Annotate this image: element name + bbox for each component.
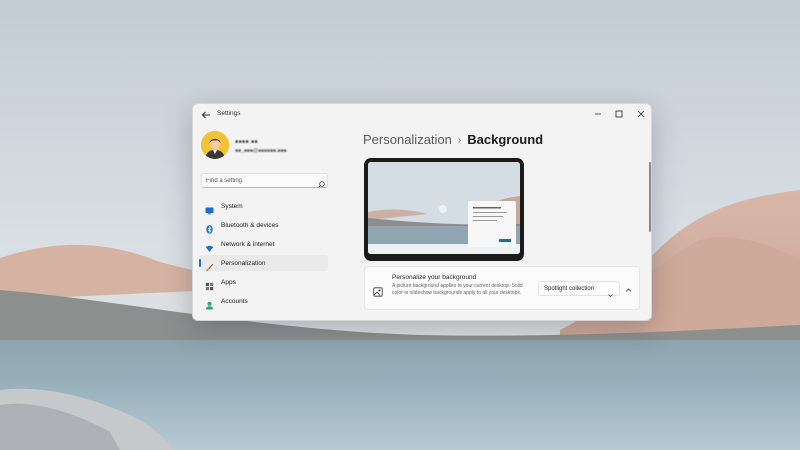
chevron-down-icon — [607, 286, 614, 297]
title-bar: Settings — [193, 104, 651, 126]
search-box[interactable] — [201, 173, 328, 188]
person-icon — [205, 297, 214, 310]
sidebar-item-label: Network & internet — [221, 240, 275, 248]
search-icon[interactable] — [317, 176, 326, 188]
card-title: Personalize your background — [392, 274, 477, 281]
settings-window: Settings ■■■■ ■■ ■■_■■■@■■■■■■.■■■ Find … — [192, 103, 652, 321]
preview-window-icon — [468, 201, 516, 247]
sidebar-item-network[interactable]: Network & internet — [199, 236, 328, 252]
active-indicator — [199, 259, 201, 267]
avatar[interactable] — [201, 131, 229, 159]
app-title: Settings — [217, 110, 241, 117]
sidebar-item-label: Personalization — [221, 259, 266, 267]
bluetooth-icon — [205, 221, 214, 234]
wifi-icon — [205, 240, 214, 252]
dropdown-value: Spotlight collection — [544, 285, 595, 292]
personalize-background-card[interactable]: Personalize your background A picture ba… — [364, 266, 640, 310]
sidebar-item-label: Accounts — [221, 297, 248, 305]
sidebar-item-personalization[interactable]: Personalization — [199, 255, 328, 272]
back-arrow-icon[interactable] — [200, 109, 212, 121]
sidebar-item-label: System — [221, 202, 243, 210]
search-input[interactable] — [206, 176, 306, 186]
sidebar-item-apps[interactable]: Apps — [199, 274, 328, 291]
user-email: ■■_■■■@■■■■■■.■■■ — [235, 148, 287, 154]
sidebar-item-accounts[interactable]: Accounts — [199, 293, 328, 310]
system-icon — [205, 202, 214, 215]
card-description: A picture background applies to your cur… — [392, 283, 523, 296]
close-icon[interactable] — [633, 107, 649, 121]
sidebar-item-system[interactable]: System — [199, 198, 328, 215]
breadcrumb-separator: › — [457, 135, 462, 146]
chevron-up-icon[interactable] — [623, 283, 634, 294]
desktop-preview — [364, 158, 524, 261]
background-type-dropdown[interactable]: Spotlight collection — [538, 281, 620, 297]
minimize-icon[interactable] — [590, 107, 606, 121]
sidebar-item-label: Bluetooth & devices — [221, 221, 279, 229]
scrollbar[interactable] — [649, 162, 651, 232]
picture-icon — [373, 284, 383, 297]
brush-icon — [205, 259, 214, 272]
apps-icon — [205, 278, 214, 291]
sidebar-item-bluetooth[interactable]: Bluetooth & devices — [199, 217, 328, 234]
page-title: Background — [467, 132, 544, 147]
breadcrumb-parent[interactable]: Personalization — [363, 132, 452, 147]
user-name: ■■■■ ■■ — [235, 139, 259, 145]
breadcrumb: Personalization › Background — [363, 132, 543, 147]
sidebar-item-label: Apps — [221, 278, 236, 286]
maximize-icon[interactable] — [611, 107, 627, 121]
